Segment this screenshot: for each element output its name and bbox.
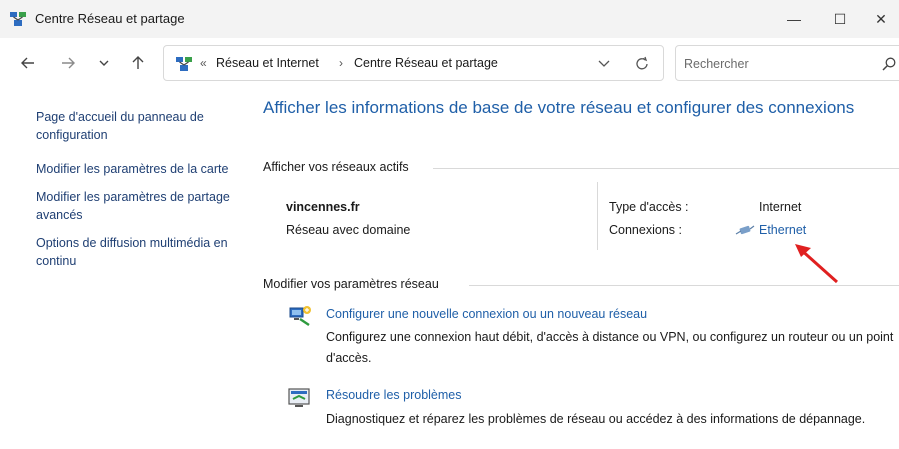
network-center-icon	[10, 12, 26, 26]
up-button[interactable]	[126, 51, 150, 75]
refresh-icon[interactable]	[632, 54, 652, 74]
network-category: Réseau avec domaine	[286, 223, 411, 237]
section-divider	[469, 285, 899, 286]
setup-connection-description: Configurez une connexion haut débit, d'a…	[326, 330, 894, 365]
chevron-down-icon	[99, 60, 109, 66]
title-bar: Centre Réseau et partage — ☐ ✕	[0, 0, 899, 38]
access-type-value: Internet	[759, 200, 802, 214]
troubleshoot-description: Diagnostiquez et réparez les problèmes d…	[326, 412, 866, 426]
troubleshoot-link[interactable]: Résoudre les problèmes	[326, 388, 462, 402]
troubleshoot-icon	[288, 388, 310, 407]
active-networks-heading: Afficher vos réseaux actifs	[263, 160, 409, 174]
breadcrumb-overflow[interactable]: «	[200, 56, 207, 70]
search-box[interactable]	[675, 45, 899, 81]
recent-locations-button[interactable]	[92, 51, 116, 75]
minimize-button[interactable]: —	[771, 0, 817, 38]
sidebar-item-media-streaming[interactable]: Options de diffusion multimédia en conti…	[36, 234, 236, 270]
ethernet-icon	[735, 225, 755, 235]
sidebar: Page d'accueil du panneau de configurati…	[36, 108, 236, 280]
breadcrumb-network-center[interactable]: Centre Réseau et partage	[354, 56, 498, 70]
network-name: vincennes.fr	[286, 200, 360, 214]
network-setup-icon	[289, 306, 311, 326]
breadcrumb-network-internet[interactable]: Réseau et Internet	[216, 56, 319, 70]
sidebar-item-sharing-settings[interactable]: Modifier les paramètres de partage avanc…	[36, 188, 236, 224]
connections-label: Connexions :	[609, 223, 682, 237]
navigation-bar: « Réseau et Internet › Centre Réseau et …	[0, 38, 899, 88]
search-icon[interactable]	[881, 56, 897, 72]
forward-button[interactable]	[56, 51, 80, 75]
arrow-up-icon	[132, 56, 144, 69]
access-type-label: Type d'accès :	[609, 200, 689, 214]
vertical-divider	[597, 182, 598, 250]
page-title: Afficher les informations de base de vot…	[263, 98, 855, 117]
back-button[interactable]	[16, 51, 40, 75]
close-button[interactable]: ✕	[863, 0, 899, 38]
network-settings-heading: Modifier vos paramètres réseau	[263, 277, 439, 291]
setup-connection-link[interactable]: Configurer une nouvelle connexion ou un …	[326, 307, 647, 321]
address-bar[interactable]: « Réseau et Internet › Centre Réseau et …	[163, 45, 664, 81]
chevron-down-icon[interactable]	[594, 55, 614, 73]
sidebar-item-adapter-settings[interactable]: Modifier les paramètres de la carte	[36, 160, 236, 178]
window-title: Centre Réseau et partage	[35, 11, 185, 26]
main-content: Afficher les informations de base de vot…	[263, 96, 899, 426]
arrow-left-icon	[21, 57, 34, 69]
section-divider	[433, 168, 899, 169]
breadcrumb-separator: ›	[339, 56, 343, 70]
red-arrow-annotation	[795, 244, 839, 284]
arrow-right-icon	[62, 57, 75, 69]
network-center-icon	[176, 57, 192, 71]
ethernet-connection-link[interactable]: Ethernet	[759, 223, 806, 237]
sidebar-item-control-panel-home[interactable]: Page d'accueil du panneau de configurati…	[36, 108, 236, 144]
maximize-button[interactable]: ☐	[817, 0, 863, 38]
search-input[interactable]	[684, 54, 864, 74]
